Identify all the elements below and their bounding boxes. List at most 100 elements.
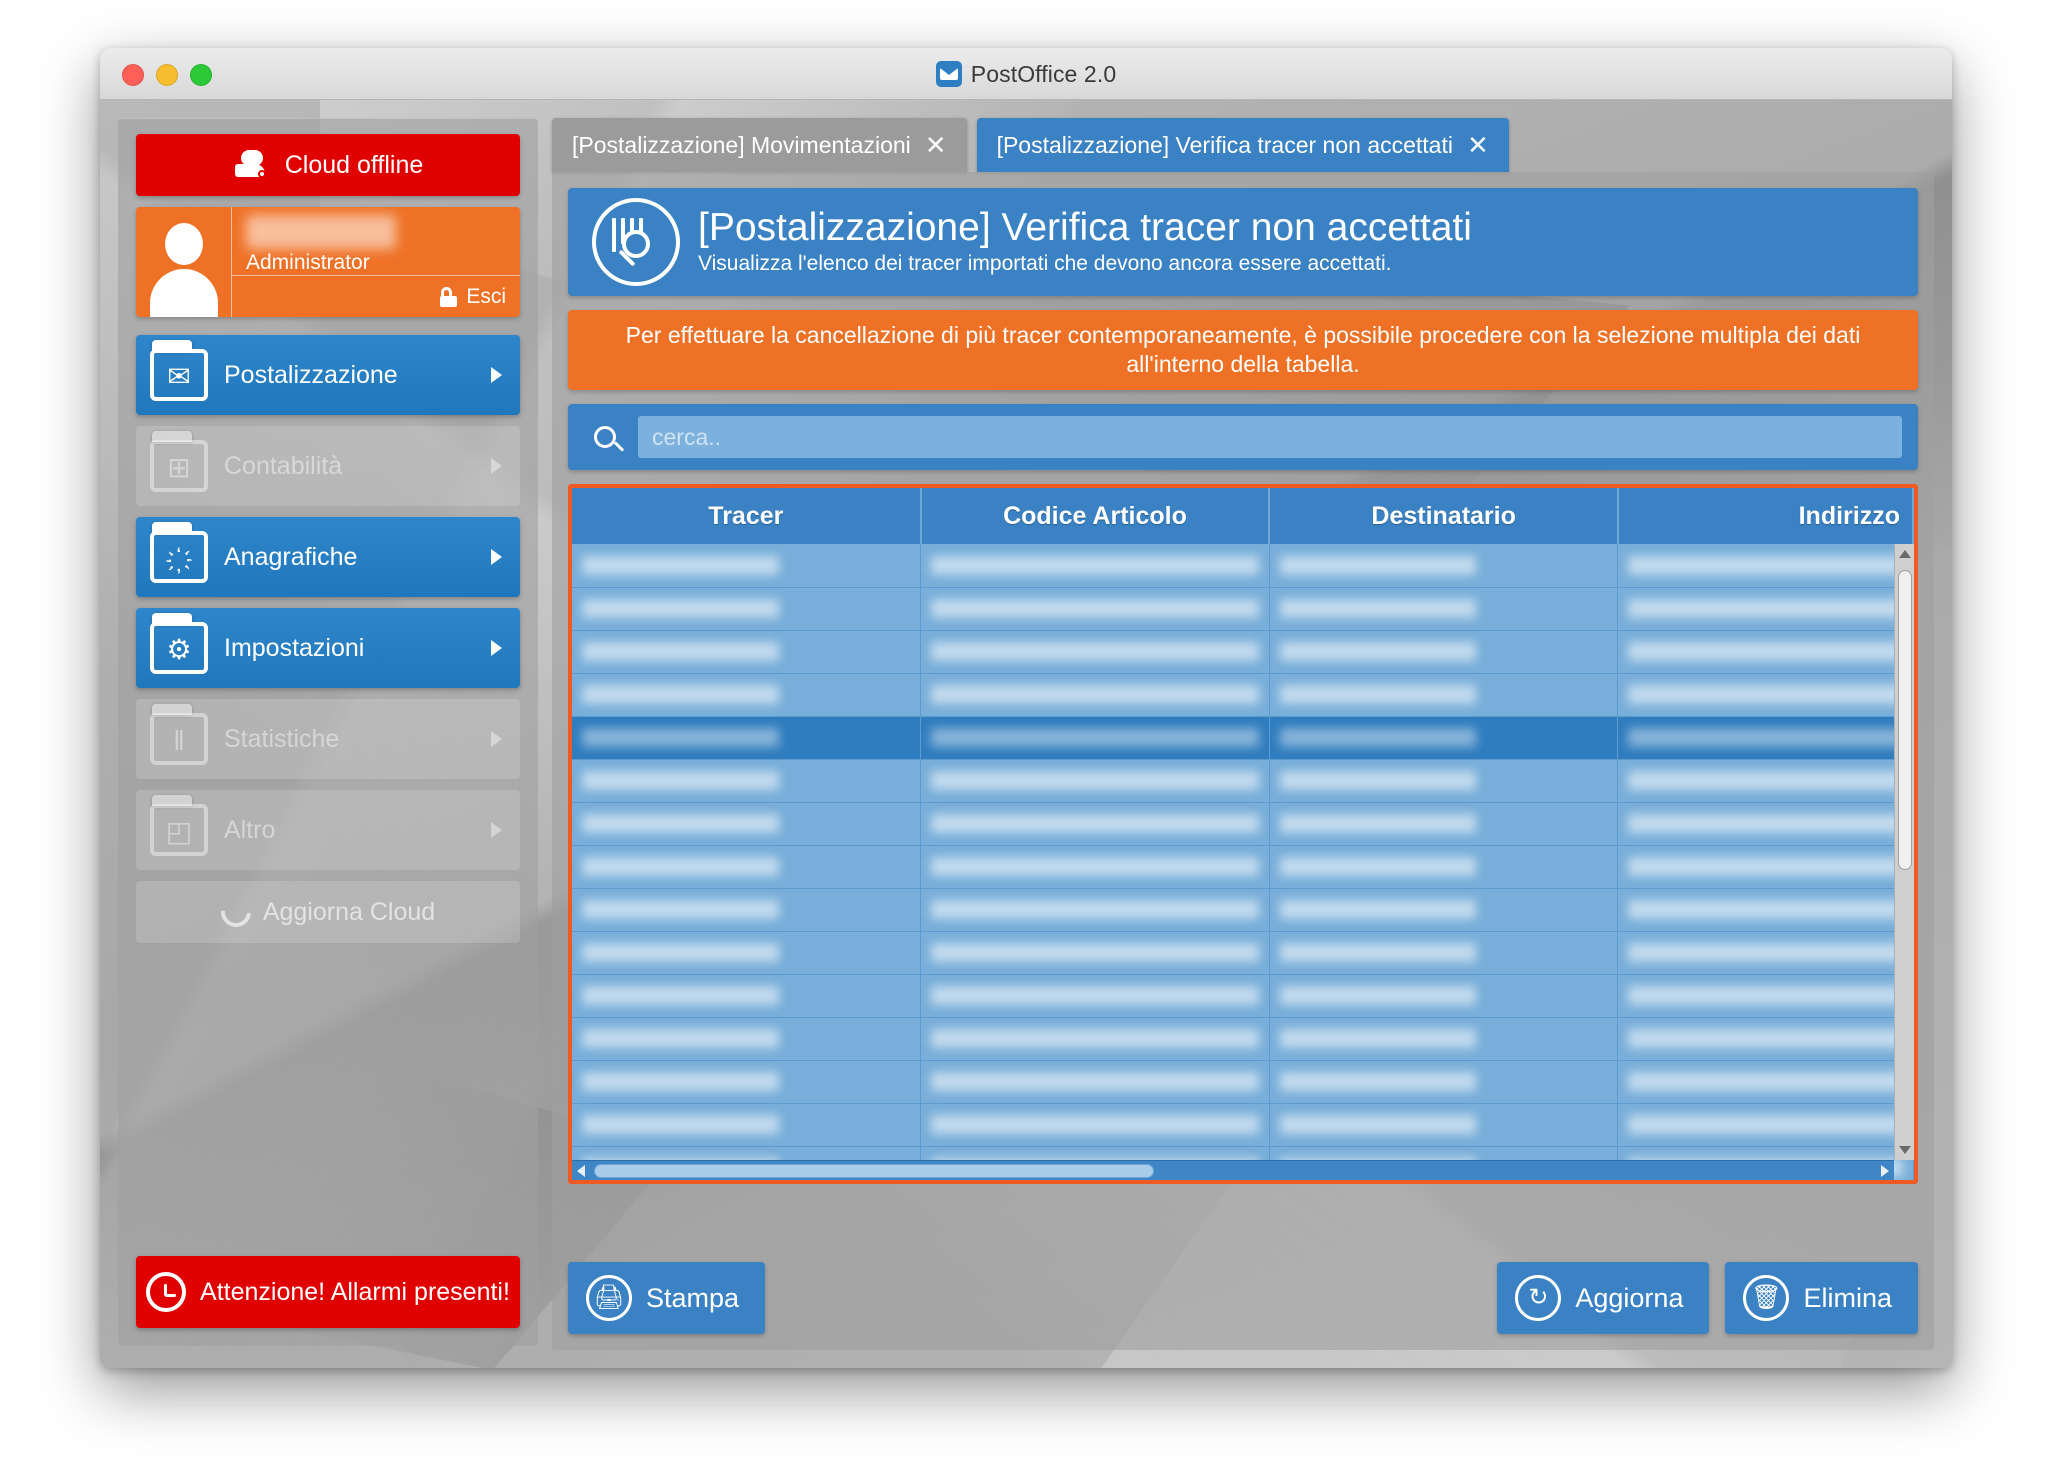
table-cell[interactable] <box>920 845 1270 889</box>
table-row[interactable] <box>572 1103 1914 1147</box>
alarm-banner-button[interactable]: Attenzione! Allarmi presenti! <box>136 1256 520 1328</box>
table-cell[interactable] <box>1269 673 1619 717</box>
table-vertical-scrollbar[interactable] <box>1894 544 1914 1160</box>
sidebar-item-contabilita[interactable]: ⊞ Contabilità <box>136 426 520 506</box>
table-cell[interactable] <box>572 1103 922 1147</box>
table-cell[interactable] <box>1269 544 1619 588</box>
table-cell[interactable] <box>572 802 922 846</box>
table-row[interactable] <box>572 673 1914 717</box>
table-cell[interactable] <box>920 1017 1270 1061</box>
table-cell[interactable] <box>1617 587 1914 631</box>
table-cell[interactable] <box>572 587 922 631</box>
scroll-down-icon[interactable] <box>1899 1146 1911 1154</box>
scroll-up-icon[interactable] <box>1899 550 1911 558</box>
table-row[interactable] <box>572 716 1914 760</box>
table-row[interactable] <box>572 845 1914 889</box>
table-cell[interactable] <box>1269 1060 1619 1104</box>
sidebar-item-postalizzazione[interactable]: ✉ Postalizzazione <box>136 335 520 415</box>
table-cell[interactable] <box>1617 716 1914 760</box>
table-cell[interactable] <box>920 1103 1270 1147</box>
table-row[interactable] <box>572 1060 1914 1104</box>
column-header-codice-articolo[interactable]: Codice Articolo <box>920 488 1271 544</box>
close-icon[interactable]: ✕ <box>1467 132 1489 158</box>
table-cell[interactable] <box>920 888 1270 932</box>
table-cell[interactable] <box>1617 1017 1914 1061</box>
table-cell[interactable] <box>1617 888 1914 932</box>
sidebar-item-anagrafiche[interactable]: ҉ Anagrafiche <box>136 517 520 597</box>
table-cell[interactable] <box>572 759 922 803</box>
table-cell[interactable] <box>920 544 1270 588</box>
column-header-tracer[interactable]: Tracer <box>572 488 922 544</box>
close-icon[interactable]: ✕ <box>925 132 947 158</box>
column-header-indirizzo[interactable]: Indirizzo <box>1617 488 1914 544</box>
table-row[interactable] <box>572 974 1914 1018</box>
refresh-button[interactable]: ↻ Aggiorna <box>1497 1262 1710 1334</box>
sidebar-item-statistiche[interactable]: ‖ Statistiche <box>136 699 520 779</box>
table-cell[interactable] <box>572 1017 922 1061</box>
table-cell[interactable] <box>920 931 1270 975</box>
table-cell[interactable] <box>1617 845 1914 889</box>
table-cell[interactable] <box>572 1060 922 1104</box>
sidebar-item-altro[interactable]: ◰ Altro <box>136 790 520 870</box>
table-cell[interactable] <box>572 673 922 717</box>
table-cell[interactable] <box>1269 802 1619 846</box>
table-cell[interactable] <box>1269 759 1619 803</box>
table-cell[interactable] <box>1617 974 1914 1018</box>
scroll-left-icon[interactable] <box>577 1165 585 1177</box>
table-cell[interactable] <box>920 759 1270 803</box>
refresh-cloud-button[interactable]: Aggiorna Cloud <box>136 881 520 943</box>
table-cell[interactable] <box>572 888 922 932</box>
table-cell[interactable] <box>920 974 1270 1018</box>
table-row[interactable] <box>572 888 1914 932</box>
table-cell[interactable] <box>1617 802 1914 846</box>
sidebar-item-impostazioni[interactable]: ⚙ Impostazioni <box>136 608 520 688</box>
table-cell[interactable] <box>1269 587 1619 631</box>
table-cell[interactable] <box>572 544 922 588</box>
table-cell[interactable] <box>1617 1060 1914 1104</box>
table-cell[interactable] <box>1617 1103 1914 1147</box>
table-cell[interactable] <box>572 845 922 889</box>
table-row[interactable] <box>572 759 1914 803</box>
table-cell[interactable] <box>1269 931 1619 975</box>
scrollbar-thumb[interactable] <box>1898 570 1912 870</box>
table-cell[interactable] <box>1617 931 1914 975</box>
cloud-status-button[interactable]: Cloud offline <box>136 134 520 196</box>
table-cell[interactable] <box>572 716 922 760</box>
table-cell[interactable] <box>920 716 1270 760</box>
table-row[interactable] <box>572 630 1914 674</box>
delete-button[interactable]: 🗑 Elimina <box>1725 1262 1918 1334</box>
scroll-right-icon[interactable] <box>1881 1165 1889 1177</box>
table-row[interactable] <box>572 587 1914 631</box>
table-cell[interactable] <box>1269 845 1619 889</box>
table-row[interactable] <box>572 544 1914 588</box>
tab-movimentazioni[interactable]: [Postalizzazione] Movimentazioni ✕ <box>552 118 967 172</box>
table-cell[interactable] <box>920 1060 1270 1104</box>
table-row[interactable] <box>572 931 1914 975</box>
table-cell[interactable] <box>1269 630 1619 674</box>
user-card[interactable]: Administrator Esci <box>136 207 520 317</box>
search-input[interactable] <box>638 416 1902 458</box>
column-header-destinatario[interactable]: Destinatario <box>1269 488 1619 544</box>
table-row[interactable] <box>572 802 1914 846</box>
tab-verifica-tracer-non-accettati[interactable]: [Postalizzazione] Verifica tracer non ac… <box>976 118 1509 172</box>
table-cell[interactable] <box>1617 630 1914 674</box>
table-cell[interactable] <box>572 974 922 1018</box>
table-cell[interactable] <box>1269 716 1619 760</box>
table-cell[interactable] <box>920 802 1270 846</box>
table-cell[interactable] <box>920 630 1270 674</box>
table-cell[interactable] <box>1617 759 1914 803</box>
print-button[interactable]: 🖨 Stampa <box>568 1262 766 1334</box>
table-cell[interactable] <box>572 931 922 975</box>
table-cell[interactable] <box>920 587 1270 631</box>
table-cell[interactable] <box>1269 974 1619 1018</box>
table-row[interactable] <box>572 1017 1914 1061</box>
logout-button[interactable]: Esci <box>232 275 520 317</box>
table-cell[interactable] <box>920 673 1270 717</box>
scrollbar-thumb[interactable] <box>594 1164 1154 1178</box>
table-cell[interactable] <box>1269 1017 1619 1061</box>
table-cell[interactable] <box>1269 888 1619 932</box>
table-cell[interactable] <box>1269 1103 1619 1147</box>
table-cell[interactable] <box>572 630 922 674</box>
table-cell[interactable] <box>1617 673 1914 717</box>
table-horizontal-scrollbar[interactable] <box>572 1160 1894 1180</box>
